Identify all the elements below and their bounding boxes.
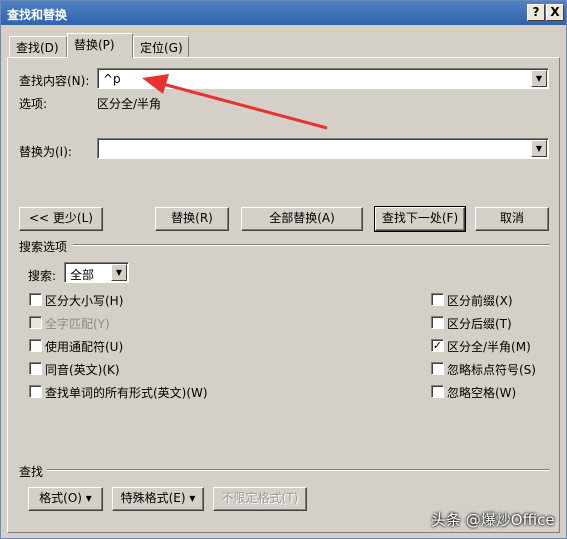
find-section-label: 查找 — [19, 465, 44, 479]
find-what-input[interactable]: ^p ▼ — [97, 68, 549, 89]
sounds-like-label: 同音(英文)(K) — [45, 363, 120, 377]
wildcards-label: 使用通配符(U) — [45, 340, 124, 354]
search-direction-label: 搜索: — [28, 269, 57, 283]
search-direction-value: 全部 — [70, 268, 95, 282]
tab-find[interactable]: 查找(D) — [9, 36, 67, 57]
watermark: 头条 @爆炒Office — [431, 511, 555, 529]
replace-with-input[interactable]: ▼ — [97, 138, 549, 159]
less-button[interactable]: << 更少(L) — [19, 207, 103, 231]
search-direction-select[interactable]: 全部 ▼ — [64, 262, 129, 283]
close-button[interactable]: X — [546, 4, 564, 21]
dialog-title: 查找和替换 — [7, 8, 68, 22]
divider — [47, 469, 550, 471]
match-prefix-checkbox[interactable] — [431, 293, 444, 306]
find-what-value: ^p — [103, 72, 121, 86]
ignore-punctuation-label: 忽略标点符号(S) — [447, 363, 536, 377]
help-button[interactable]: ? — [527, 4, 545, 21]
replace-with-label: 替换为(I): — [19, 145, 72, 159]
chevron-down-icon[interactable]: ▼ — [111, 264, 127, 281]
no-formatting-button: 不限定格式(T) — [213, 487, 307, 511]
find-replace-dialog: 查找和替换 ? X 查找(D) 替换(P) 定位(G) 查找内容(N): ^p … — [0, 0, 567, 539]
word-forms-label: 查找单词的所有形式(英文)(W) — [45, 386, 208, 400]
replace-button[interactable]: 替换(R) — [155, 207, 229, 231]
word-forms-checkbox[interactable] — [29, 385, 42, 398]
match-suffix-checkbox[interactable] — [431, 316, 444, 329]
options-label: 选项: — [19, 97, 48, 111]
wildcards-checkbox[interactable] — [29, 339, 42, 352]
format-button[interactable]: 格式(O) ▾ — [28, 487, 103, 511]
options-value: 区分全/半角 — [97, 97, 162, 111]
find-next-button[interactable]: 查找下一处(F) — [374, 206, 466, 232]
match-suffix-label: 区分后缀(T) — [447, 317, 512, 331]
match-width-label: 区分全/半角(M) — [447, 340, 531, 354]
tab-replace[interactable]: 替换(P) — [67, 33, 133, 58]
sounds-like-checkbox[interactable] — [29, 362, 42, 375]
chevron-down-icon[interactable]: ▼ — [531, 70, 547, 87]
tab-goto[interactable]: 定位(G) — [133, 36, 189, 57]
match-prefix-label: 区分前缀(X) — [447, 294, 513, 308]
chevron-down-icon[interactable]: ▼ — [531, 140, 547, 157]
search-options-label: 搜索选项 — [19, 240, 68, 254]
ignore-punctuation-checkbox[interactable] — [431, 362, 444, 375]
match-width-checkbox[interactable]: ✓ — [431, 339, 444, 352]
find-what-label: 查找内容(N): — [19, 74, 90, 88]
ignore-space-checkbox[interactable] — [431, 385, 444, 398]
divider — [73, 244, 550, 246]
ignore-space-label: 忽略空格(W) — [447, 386, 517, 400]
match-case-label: 区分大小写(H) — [45, 294, 124, 308]
match-case-checkbox[interactable] — [29, 293, 42, 306]
cancel-button[interactable]: 取消 — [475, 207, 549, 231]
title-bar: 查找和替换 ? X — [1, 1, 566, 25]
special-button[interactable]: 特殊格式(E) ▾ — [112, 487, 204, 511]
whole-word-label: 全字匹配(Y) — [45, 317, 110, 331]
whole-word-checkbox[interactable] — [29, 316, 42, 329]
replace-all-button[interactable]: 全部替换(A) — [241, 207, 363, 231]
